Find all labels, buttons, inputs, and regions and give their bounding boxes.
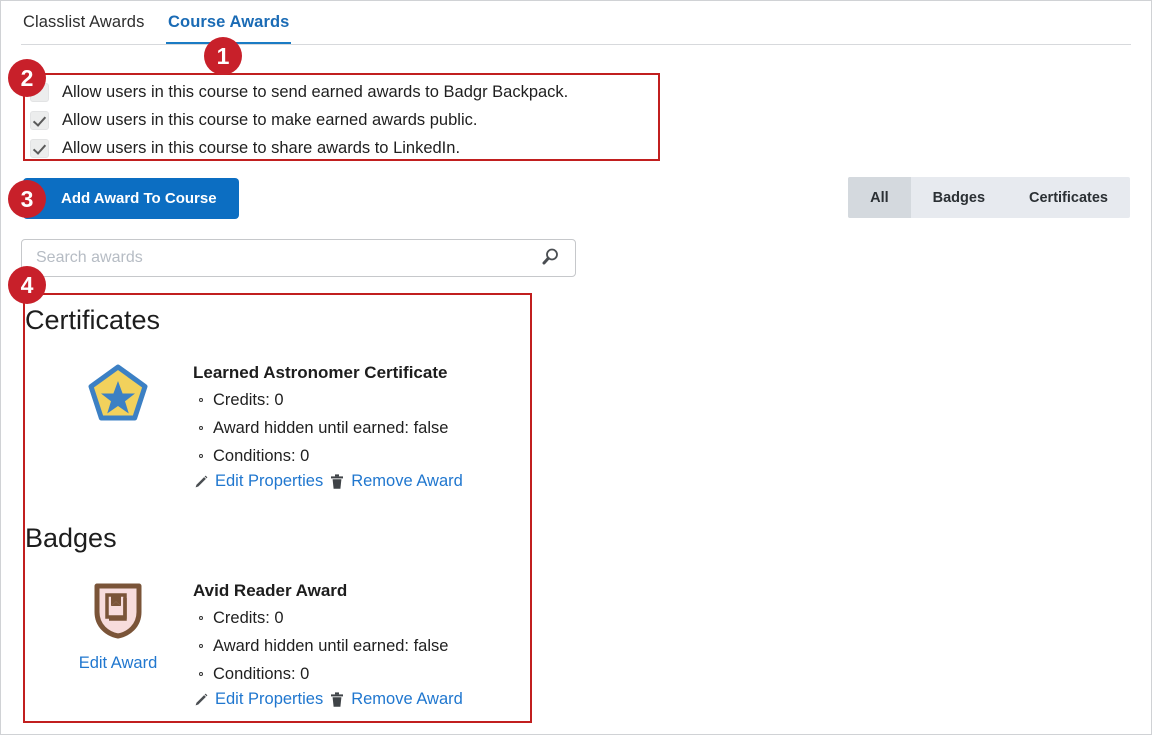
award-details: Avid Reader Award Credits: 0 Award hidde…: [193, 581, 533, 709]
checkbox-share-linkedin[interactable]: [30, 138, 49, 158]
callout-marker-4: 4: [8, 266, 46, 304]
callout-marker-1: 1: [204, 37, 242, 75]
search-button[interactable]: [529, 243, 571, 273]
pencil-icon: [193, 692, 209, 708]
award-actions: Edit Properties Remove Award: [193, 472, 533, 491]
course-award-options-group: Allow users in this course to send earne…: [23, 73, 660, 161]
award-icon-cell: [43, 363, 193, 428]
option-row-share-linkedin[interactable]: Allow users in this course to share awar…: [30, 134, 460, 162]
trash-icon: [329, 473, 345, 490]
option-row-make-public[interactable]: Allow users in this course to make earne…: [30, 106, 477, 134]
award-fact-credits: Credits: 0: [199, 604, 533, 632]
shield-book-badge-icon: [91, 583, 145, 645]
search-icon: [540, 247, 560, 270]
remove-award-link[interactable]: Remove Award: [351, 690, 463, 709]
pentagon-star-certificate-icon: [87, 364, 149, 427]
award-facts-list: Credits: 0 Award hidden until earned: fa…: [193, 604, 533, 688]
remove-award-link[interactable]: Remove Award: [351, 472, 463, 491]
section-title-badges: Badges: [25, 523, 117, 553]
award-fact-conditions: Conditions: 0: [199, 442, 533, 470]
edit-properties-link[interactable]: Edit Properties: [215, 472, 323, 491]
option-label-make-public: Allow users in this course to make earne…: [62, 110, 478, 129]
callout-marker-2: 2: [8, 59, 46, 97]
award-actions: Edit Properties Remove Award: [193, 690, 533, 709]
award-fact-hidden-until-earned: Award hidden until earned: false: [199, 632, 533, 660]
award-details: Learned Astronomer Certificate Credits: …: [193, 363, 533, 491]
tab-classlist-awards[interactable]: Classlist Awards: [21, 9, 146, 42]
award-fact-hidden-until-earned: Award hidden until earned: false: [199, 414, 533, 442]
search-awards-field: [21, 239, 576, 277]
award-type-filter-group: All Badges Certificates: [848, 177, 1130, 218]
section-title-certificates: Certificates: [25, 305, 161, 335]
option-label-share-linkedin: Allow users in this course to share awar…: [62, 138, 461, 157]
option-row-badgr-backpack[interactable]: Allow users in this course to send earne…: [30, 78, 568, 106]
pencil-icon: [193, 474, 209, 490]
option-label-badgr-backpack: Allow users in this course to send earne…: [62, 82, 569, 101]
search-input[interactable]: [22, 240, 527, 276]
award-fact-conditions: Conditions: 0: [199, 660, 533, 688]
filter-all[interactable]: All: [848, 177, 911, 218]
filter-certificates[interactable]: Certificates: [1007, 177, 1130, 218]
award-icon-cell: Edit Award: [43, 581, 193, 673]
award-title: Learned Astronomer Certificate: [193, 363, 448, 382]
filter-badges[interactable]: Badges: [911, 177, 1007, 218]
course-awards-page: Classlist Awards Course Awards Allow use…: [0, 0, 1152, 735]
checkbox-make-public[interactable]: [30, 110, 49, 130]
award-title: Avid Reader Award: [193, 581, 348, 600]
edit-properties-link[interactable]: Edit Properties: [215, 690, 323, 709]
trash-icon: [329, 691, 345, 708]
add-award-to-course-button[interactable]: Add Award To Course: [23, 178, 239, 219]
award-fact-credits: Credits: 0: [199, 386, 533, 414]
tab-bar: Classlist Awards Course Awards: [1, 1, 1151, 45]
awards-list-container: Certificates Learned Astronomer Certific…: [23, 293, 532, 723]
tab-divider: [21, 44, 1131, 45]
award-facts-list: Credits: 0 Award hidden until earned: fa…: [193, 386, 533, 470]
callout-marker-3: 3: [8, 180, 46, 218]
edit-award-link[interactable]: Edit Award: [43, 654, 193, 673]
